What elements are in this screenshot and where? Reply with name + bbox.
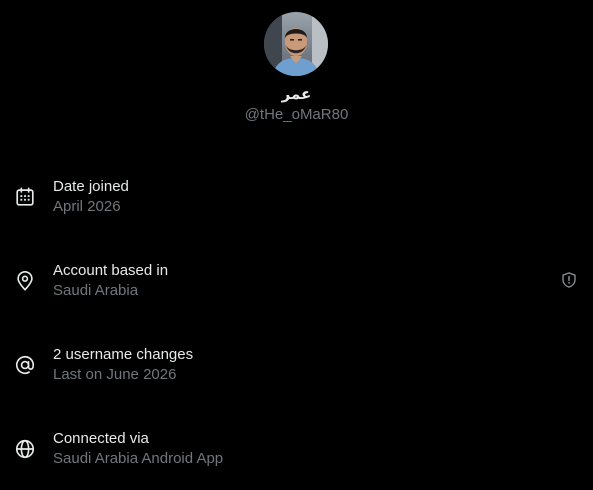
- detail-title: Date joined: [53, 178, 129, 195]
- detail-row-username-changes: 2 username changes Last on June 2026: [0, 346, 593, 406]
- at-sign-icon: [15, 355, 35, 375]
- detail-value: April 2026: [53, 198, 121, 215]
- detail-row-connected-via: Connected via Saudi Arabia Android App: [0, 430, 593, 490]
- detail-value: Saudi Arabia Android App: [53, 450, 224, 467]
- detail-value: Saudi Arabia: [53, 282, 139, 299]
- globe-icon: [15, 439, 35, 459]
- detail-value: Last on June 2026: [53, 366, 177, 383]
- detail-title: Connected via: [53, 430, 149, 447]
- detail-row-date-joined: Date joined April 2026: [0, 178, 593, 238]
- location-pin-icon: [17, 271, 33, 291]
- detail-title: 2 username changes: [53, 346, 194, 363]
- detail-row-account-based-in: Account based in Saudi Arabia: [0, 262, 593, 322]
- username-handle: @tHe_oMaR80: [244, 106, 349, 123]
- calendar-icon: [16, 187, 34, 206]
- avatar[interactable]: [264, 12, 328, 76]
- display-name: عمر: [281, 86, 312, 103]
- shield-alert-icon[interactable]: [560, 271, 578, 289]
- avatar-photo: [264, 12, 328, 76]
- detail-title: Account based in: [53, 262, 169, 279]
